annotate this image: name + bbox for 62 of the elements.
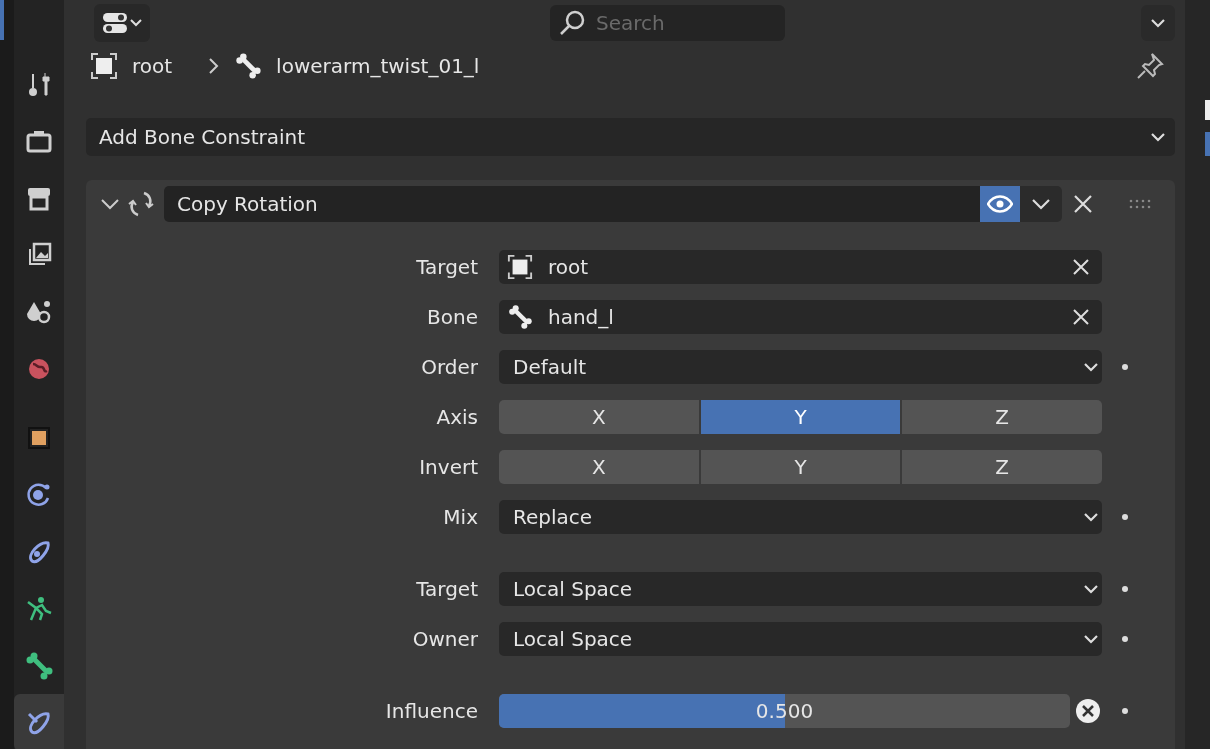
- constraint-menu-dropdown[interactable]: [1020, 186, 1062, 222]
- caret-icon: [1084, 634, 1098, 644]
- bone-icon: [24, 650, 54, 681]
- constraint-icon: [126, 189, 156, 219]
- keyframe-dot[interactable]: [1122, 708, 1128, 714]
- drag-handle-icon[interactable]: [1129, 199, 1151, 209]
- field-label: Bone: [426, 305, 479, 329]
- field-label: Target: [415, 255, 479, 279]
- collapse-chevron-icon[interactable]: [100, 197, 120, 211]
- square-icon: [90, 52, 118, 80]
- caret-icon: [1031, 198, 1051, 210]
- editor-type-button[interactable]: [94, 4, 150, 42]
- eye-icon: [987, 195, 1013, 213]
- keyframe-dot[interactable]: [1122, 636, 1128, 642]
- close-icon[interactable]: [1073, 194, 1093, 214]
- search-input[interactable]: Search: [594, 10, 768, 36]
- bone-icon: [507, 304, 533, 330]
- add-bone-constraint-dropdown[interactable]: Add Bone Constraint: [86, 118, 1175, 156]
- field-label: Invert: [418, 455, 479, 479]
- search-icon: [558, 9, 586, 37]
- keyframe-dot[interactable]: [1122, 514, 1128, 520]
- bone-icon: [234, 52, 263, 80]
- clear-icon[interactable]: [1072, 258, 1090, 276]
- caret-icon: [1084, 512, 1098, 522]
- axis-toggle[interactable]: X: [499, 400, 699, 434]
- field-label: Influence: [384, 699, 479, 723]
- toggle-switches-icon: [102, 12, 128, 34]
- field-label: Mix: [442, 505, 479, 529]
- constraint-tab[interactable]: [14, 694, 64, 749]
- dropdown[interactable]: Local Space: [499, 622, 1102, 656]
- field-label: Target: [415, 577, 479, 601]
- dropdown[interactable]: Replace: [499, 500, 1102, 534]
- breadcrumb-item: lowerarm_twist_01_l: [276, 54, 480, 78]
- options-dropdown[interactable]: [1141, 5, 1175, 41]
- axis-toggle[interactable]: Y: [700, 450, 901, 484]
- pin-icon[interactable]: [1135, 51, 1165, 81]
- field-label: Order: [420, 355, 479, 379]
- constraint-name-field[interactable]: Copy Rotation: [164, 186, 980, 222]
- dropdown[interactable]: Local Space: [499, 572, 1102, 606]
- field-label: Owner: [411, 627, 479, 651]
- caret-icon: [130, 19, 142, 27]
- caret-icon: [1084, 584, 1098, 594]
- object-field[interactable]: hand_l: [499, 300, 1102, 334]
- caret-icon: [1151, 18, 1165, 28]
- axis-toggle[interactable]: X: [499, 450, 699, 484]
- object-field[interactable]: root: [499, 250, 1102, 284]
- square-icon: [507, 254, 533, 280]
- clear-icon[interactable]: [1074, 697, 1102, 725]
- axis-toggle[interactable]: Z: [902, 400, 1102, 434]
- clear-icon[interactable]: [1072, 308, 1090, 326]
- caret-icon: [1151, 132, 1165, 142]
- visibility-toggle[interactable]: [980, 186, 1020, 222]
- chevron-right-icon: [208, 57, 221, 75]
- field-label: Axis: [435, 405, 479, 429]
- caret-icon: [1084, 362, 1098, 372]
- axis-toggle[interactable]: Y: [700, 400, 901, 434]
- dropdown[interactable]: Default: [499, 350, 1102, 384]
- axis-toggle[interactable]: Z: [902, 450, 1102, 484]
- search-field[interactable]: Search: [550, 5, 785, 41]
- keyframe-dot[interactable]: [1122, 364, 1128, 370]
- keyframe-dot[interactable]: [1122, 586, 1128, 592]
- breadcrumb-item: root: [132, 54, 173, 78]
